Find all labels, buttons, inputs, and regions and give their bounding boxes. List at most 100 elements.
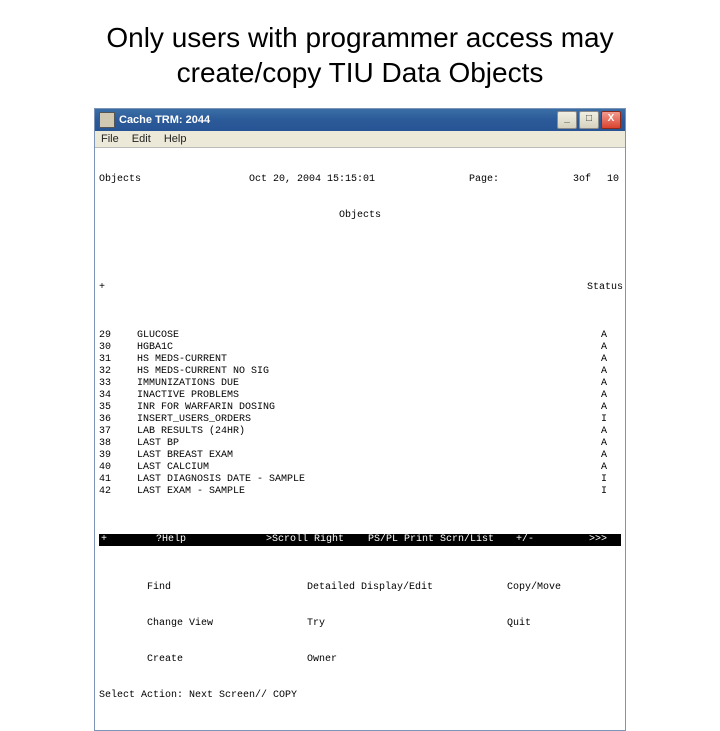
row-number: 42 <box>99 486 137 498</box>
row-status: I <box>587 474 621 486</box>
row-number: 30 <box>99 342 137 354</box>
row-number: 29 <box>99 330 137 342</box>
row-name: HS MEDS-CURRENT <box>137 354 587 366</box>
row-number: 33 <box>99 378 137 390</box>
cmdbar-plus: + <box>101 534 156 546</box>
plus-marker: + <box>99 282 137 294</box>
row-status: A <box>587 438 621 450</box>
row-name: LAST CALCIUM <box>137 462 587 474</box>
row-number: 39 <box>99 450 137 462</box>
row-name: LAST BP <box>137 438 587 450</box>
cmd-quit[interactable]: Quit <box>507 618 627 630</box>
command-bar: + ?Help >Scroll Right PS/PL Print Scrn/L… <box>99 534 621 546</box>
header-subtitle: Objects <box>99 210 621 222</box>
table-row[interactable]: 32HS MEDS-CURRENT NO SIGA <box>99 366 621 378</box>
table-row[interactable]: 35INR FOR WARFARIN DOSINGA <box>99 402 621 414</box>
select-action-prompt[interactable]: Select Action: Next Screen// COPY <box>99 690 621 702</box>
cmd-detailed-display[interactable]: Detailed Display/Edit <box>307 582 507 594</box>
row-name: LAST DIAGNOSIS DATE - SAMPLE <box>137 474 587 486</box>
table-row[interactable]: 39LAST BREAST EXAMA <box>99 450 621 462</box>
object-list: 29GLUCOSEA30HGBA1CA31HS MEDS-CURRENTA32H… <box>99 330 621 498</box>
row-number: 31 <box>99 354 137 366</box>
row-status: A <box>587 330 621 342</box>
menu-bar: File Edit Help <box>95 131 625 148</box>
app-icon <box>99 112 115 128</box>
table-row[interactable]: 34INACTIVE PROBLEMSA <box>99 390 621 402</box>
cmd-change-view[interactable]: Change View <box>147 618 307 630</box>
minimize-button[interactable]: _ <box>557 111 577 129</box>
terminal-area: Objects Oct 20, 2004 15:15:01 Page: 3 of… <box>95 148 625 730</box>
table-row[interactable]: 41LAST DIAGNOSIS DATE - SAMPLEI <box>99 474 621 486</box>
row-name: LAST EXAM - SAMPLE <box>137 486 587 498</box>
row-name: GLUCOSE <box>137 330 587 342</box>
menu-help[interactable]: Help <box>164 133 187 145</box>
table-row[interactable]: 30HGBA1CA <box>99 342 621 354</box>
table-row[interactable]: 33IMMUNIZATIONS DUEA <box>99 378 621 390</box>
page-total: 10 <box>589 174 619 186</box>
row-number: 36 <box>99 414 137 426</box>
row-name: HGBA1C <box>137 342 587 354</box>
commands-row-2: Change View Try Quit <box>99 618 621 630</box>
row-status: I <box>587 486 621 498</box>
row-status: A <box>587 390 621 402</box>
row-status: A <box>587 354 621 366</box>
terminal-window: Cache TRM: 2044 _ □ X File Edit Help Obj… <box>94 108 626 731</box>
row-number: 32 <box>99 366 137 378</box>
row-number: 40 <box>99 462 137 474</box>
cmd-create[interactable]: Create <box>147 654 307 666</box>
page-current: 3 <box>529 174 579 186</box>
menu-edit[interactable]: Edit <box>132 133 151 145</box>
commands-row-1: Find Detailed Display/Edit Copy/Move <box>99 582 621 594</box>
commands-row-3: Create Owner <box>99 654 621 666</box>
row-number: 38 <box>99 438 137 450</box>
row-name: INACTIVE PROBLEMS <box>137 390 587 402</box>
window-controls: _ □ X <box>557 111 621 129</box>
row-status: A <box>587 462 621 474</box>
close-button[interactable]: X <box>601 111 621 129</box>
row-name: LAB RESULTS (24HR) <box>137 426 587 438</box>
page-label: Page: <box>469 174 529 186</box>
row-status: A <box>587 402 621 414</box>
row-status: A <box>587 378 621 390</box>
cmdbar-help[interactable]: ?Help <box>156 534 266 546</box>
row-status: A <box>587 450 621 462</box>
row-name: INSERT_USERS_ORDERS <box>137 414 587 426</box>
maximize-button[interactable]: □ <box>579 111 599 129</box>
row-name: INR FOR WARFARIN DOSING <box>137 402 587 414</box>
blank-line <box>99 246 621 258</box>
cmd-owner[interactable]: Owner <box>307 654 507 666</box>
row-name: IMMUNIZATIONS DUE <box>137 378 587 390</box>
table-row[interactable]: 42LAST EXAM - SAMPLEI <box>99 486 621 498</box>
row-status: A <box>587 366 621 378</box>
slide-title: Only users with programmer access may cr… <box>40 20 680 90</box>
header-datetime: Oct 20, 2004 15:15:01 <box>249 174 469 186</box>
table-row[interactable]: 36INSERT_USERS_ORDERSI <box>99 414 621 426</box>
row-status: I <box>587 414 621 426</box>
table-row[interactable]: 40LAST CALCIUMA <box>99 462 621 474</box>
titlebar: Cache TRM: 2044 _ □ X <box>95 109 625 131</box>
header-left: Objects <box>99 174 249 186</box>
cmd-find[interactable]: Find <box>147 582 307 594</box>
table-row[interactable]: 29GLUCOSEA <box>99 330 621 342</box>
table-row[interactable]: 38LAST BPA <box>99 438 621 450</box>
cmd-try[interactable]: Try <box>307 618 507 630</box>
menu-file[interactable]: File <box>101 133 119 145</box>
row-name: LAST BREAST EXAM <box>137 450 587 462</box>
cmd-copy-move[interactable]: Copy/Move <box>507 582 627 594</box>
cmdbar-more[interactable]: >>> <box>589 534 619 546</box>
status-header: Status <box>587 282 621 294</box>
row-number: 37 <box>99 426 137 438</box>
row-status: A <box>587 342 621 354</box>
header-line: Objects Oct 20, 2004 15:15:01 Page: 3 of… <box>99 174 621 186</box>
row-number: 41 <box>99 474 137 486</box>
page-of: of <box>579 174 589 186</box>
cmdbar-toggle[interactable]: +/- <box>516 534 556 546</box>
window-title: Cache TRM: 2044 <box>119 114 557 126</box>
row-name: HS MEDS-CURRENT NO SIG <box>137 366 587 378</box>
table-row[interactable]: 31HS MEDS-CURRENTA <box>99 354 621 366</box>
row-status: A <box>587 426 621 438</box>
row-number: 34 <box>99 390 137 402</box>
table-row[interactable]: 37LAB RESULTS (24HR)A <box>99 426 621 438</box>
status-header-row: + Status <box>99 282 621 294</box>
row-number: 35 <box>99 402 137 414</box>
